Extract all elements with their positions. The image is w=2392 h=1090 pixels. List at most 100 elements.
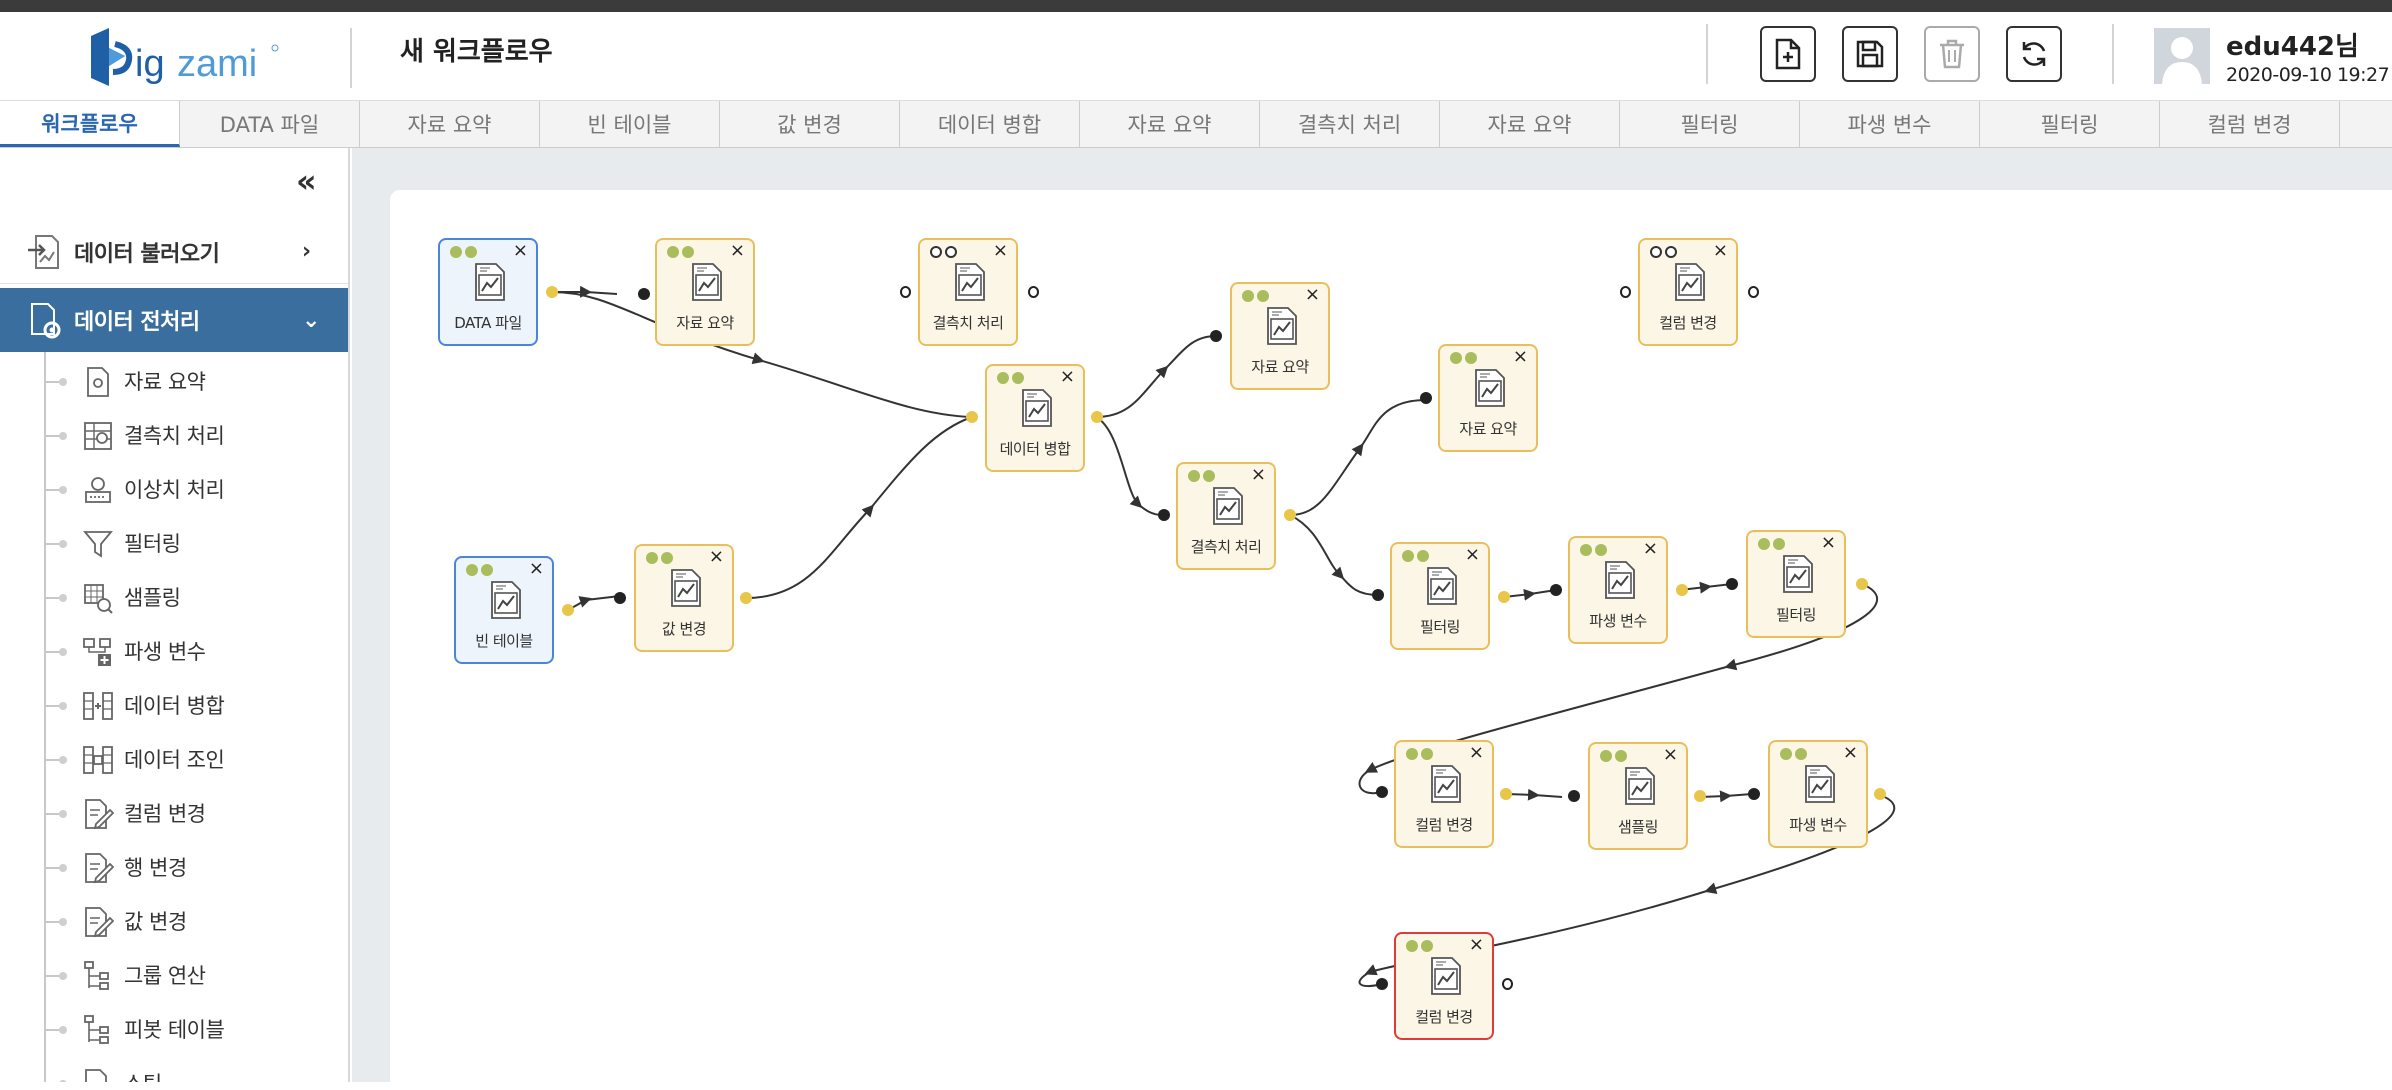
output-port[interactable] <box>740 592 752 604</box>
tab-summary-2[interactable]: 자료 요약 <box>1080 101 1260 147</box>
close-icon[interactable]: × <box>993 241 1008 261</box>
input-port[interactable] <box>1550 584 1562 596</box>
input-port[interactable] <box>1726 578 1738 590</box>
output-port[interactable] <box>546 286 558 298</box>
close-icon[interactable]: × <box>730 241 745 261</box>
sidebar-item-value-change[interactable]: 값 변경 <box>0 894 348 948</box>
new-workflow-button[interactable] <box>1760 26 1816 82</box>
input-port[interactable] <box>966 411 978 423</box>
input-port[interactable] <box>900 286 911 298</box>
output-port[interactable] <box>1856 578 1868 590</box>
output-port[interactable] <box>1028 286 1039 298</box>
input-port[interactable] <box>1420 392 1432 404</box>
workflow-title[interactable]: 새 워크플로우 <box>400 34 553 70</box>
refresh-button[interactable] <box>2006 26 2062 82</box>
input-port[interactable] <box>1158 509 1170 521</box>
workflow-node[interactable]: × 결측치 처리 <box>1176 462 1276 570</box>
sidebar-menu-preprocessing[interactable]: 데이터 전처리 ⌄ <box>0 288 348 352</box>
output-port[interactable] <box>1502 978 1513 990</box>
output-port[interactable] <box>1694 790 1706 802</box>
sidebar-item-column-change[interactable]: 컬럼 변경 <box>0 786 348 840</box>
workflow-node[interactable]: × 필터링 <box>1746 530 1846 638</box>
tab-data-file[interactable]: DATA 파일 <box>180 101 360 147</box>
close-icon[interactable]: × <box>1843 743 1858 763</box>
output-port[interactable] <box>1748 286 1759 298</box>
workflow-node[interactable]: × 컬럼 변경 <box>1638 238 1738 346</box>
workflow-node[interactable]: × 자료 요약 <box>655 238 755 346</box>
tab-empty-table[interactable]: 빈 테이블 <box>540 101 720 147</box>
workflow-node[interactable]: × 자료 요약 <box>1438 344 1538 452</box>
input-port[interactable] <box>614 592 626 604</box>
sidebar-item-derived[interactable]: 파생 변수 <box>0 624 348 678</box>
close-icon[interactable]: × <box>1469 743 1484 763</box>
avatar[interactable] <box>2154 28 2210 84</box>
sidebar-item-outlier[interactable]: 이상치 처리 <box>0 462 348 516</box>
link-merge-missing2[interactable] <box>1095 416 1163 516</box>
input-port[interactable] <box>1376 786 1388 798</box>
close-icon[interactable]: × <box>529 559 544 579</box>
sidebar-item-sampling[interactable]: 샘플링 <box>0 570 348 624</box>
link-valuechange-merge[interactable] <box>745 416 973 599</box>
sidebar-item-filtering[interactable]: 필터링 <box>0 516 348 570</box>
close-icon[interactable]: × <box>1305 285 1320 305</box>
workflow-node[interactable]: × 빈 테이블 <box>454 556 554 664</box>
sidebar-item-row-change[interactable]: 행 변경 <box>0 840 348 894</box>
close-icon[interactable]: × <box>1469 935 1484 955</box>
output-port[interactable] <box>1500 788 1512 800</box>
output-port[interactable] <box>562 604 574 616</box>
tab-data-merge[interactable]: 데이터 병합 <box>900 101 1080 147</box>
output-port[interactable] <box>1091 411 1103 423</box>
input-port[interactable] <box>1372 589 1384 601</box>
workflow-node[interactable]: × 값 변경 <box>634 544 734 652</box>
delete-button[interactable] <box>1924 26 1980 82</box>
output-port[interactable] <box>1498 591 1510 603</box>
output-port[interactable] <box>1874 788 1886 800</box>
link-colchange1-sampling[interactable] <box>1505 788 1563 801</box>
close-icon[interactable]: × <box>1465 545 1480 565</box>
sidebar-menu-data-load[interactable]: 데이터 불러오기 › <box>0 220 348 284</box>
workflow-node[interactable]: × 샘플링 <box>1588 742 1688 850</box>
workflow-node[interactable]: × 데이터 병합 <box>985 364 1085 472</box>
link-datafile-merge[interactable] <box>551 291 973 418</box>
sidebar-item-group-op[interactable]: 그룹 연산 <box>0 948 348 1002</box>
output-port[interactable] <box>1676 584 1688 596</box>
close-icon[interactable]: × <box>709 547 724 567</box>
tab-workflow[interactable]: 워크플로우 <box>0 101 180 147</box>
link-empty-valuechange[interactable] <box>567 595 621 611</box>
sidebar-item-summary[interactable]: 자료 요약 <box>0 354 348 408</box>
sidebar-item-pivot[interactable]: 피봇 테이블 <box>0 1002 348 1056</box>
collapse-sidebar-button[interactable]: « <box>296 162 317 200</box>
link-sampling-derived2[interactable] <box>1699 790 1753 803</box>
save-button[interactable] <box>1842 26 1898 82</box>
input-port[interactable] <box>1210 330 1222 342</box>
tab-summary-1[interactable]: 자료 요약 <box>360 101 540 147</box>
workflow-node[interactable]: × 필터링 <box>1390 542 1490 650</box>
input-port[interactable] <box>638 288 650 300</box>
output-port[interactable] <box>1284 509 1296 521</box>
tab-derived-variable[interactable]: 파생 변수 <box>1800 101 1980 147</box>
close-icon[interactable]: × <box>1821 533 1836 553</box>
tab-summary-3[interactable]: 자료 요약 <box>1440 101 1620 147</box>
workflow-node[interactable]: × 파생 변수 <box>1768 740 1868 848</box>
close-icon[interactable]: × <box>1513 347 1528 367</box>
workflow-node[interactable]: × 결측치 처리 <box>918 238 1018 346</box>
workflow-node[interactable]: × DATA 파일 <box>438 238 538 346</box>
input-port[interactable] <box>1568 790 1580 802</box>
close-icon[interactable]: × <box>1643 539 1658 559</box>
input-port[interactable] <box>1376 978 1388 990</box>
close-icon[interactable]: × <box>1060 367 1075 387</box>
tab-missing-values[interactable]: 결측치 처리 <box>1260 101 1440 147</box>
workflow-node[interactable]: × 자료 요약 <box>1230 282 1330 390</box>
workflow-node[interactable]: × 컬럼 변경 <box>1394 932 1494 1040</box>
sidebar-item-missing[interactable]: 결측치 처리 <box>0 408 348 462</box>
close-icon[interactable]: × <box>1251 465 1266 485</box>
workflow-node[interactable]: × 파생 변수 <box>1568 536 1668 644</box>
input-port[interactable] <box>1620 286 1631 298</box>
sidebar-item-merge[interactable]: 데이터 병합 <box>0 678 348 732</box>
link-missing2-summary3[interactable] <box>1289 399 1427 516</box>
tab-column-change[interactable]: 컬럼 변경 <box>2160 101 2340 147</box>
workflow-node[interactable]: × 컬럼 변경 <box>1394 740 1494 848</box>
close-icon[interactable]: × <box>1713 241 1728 261</box>
link-missing2-filter1[interactable] <box>1289 514 1379 596</box>
close-icon[interactable]: × <box>513 241 528 261</box>
